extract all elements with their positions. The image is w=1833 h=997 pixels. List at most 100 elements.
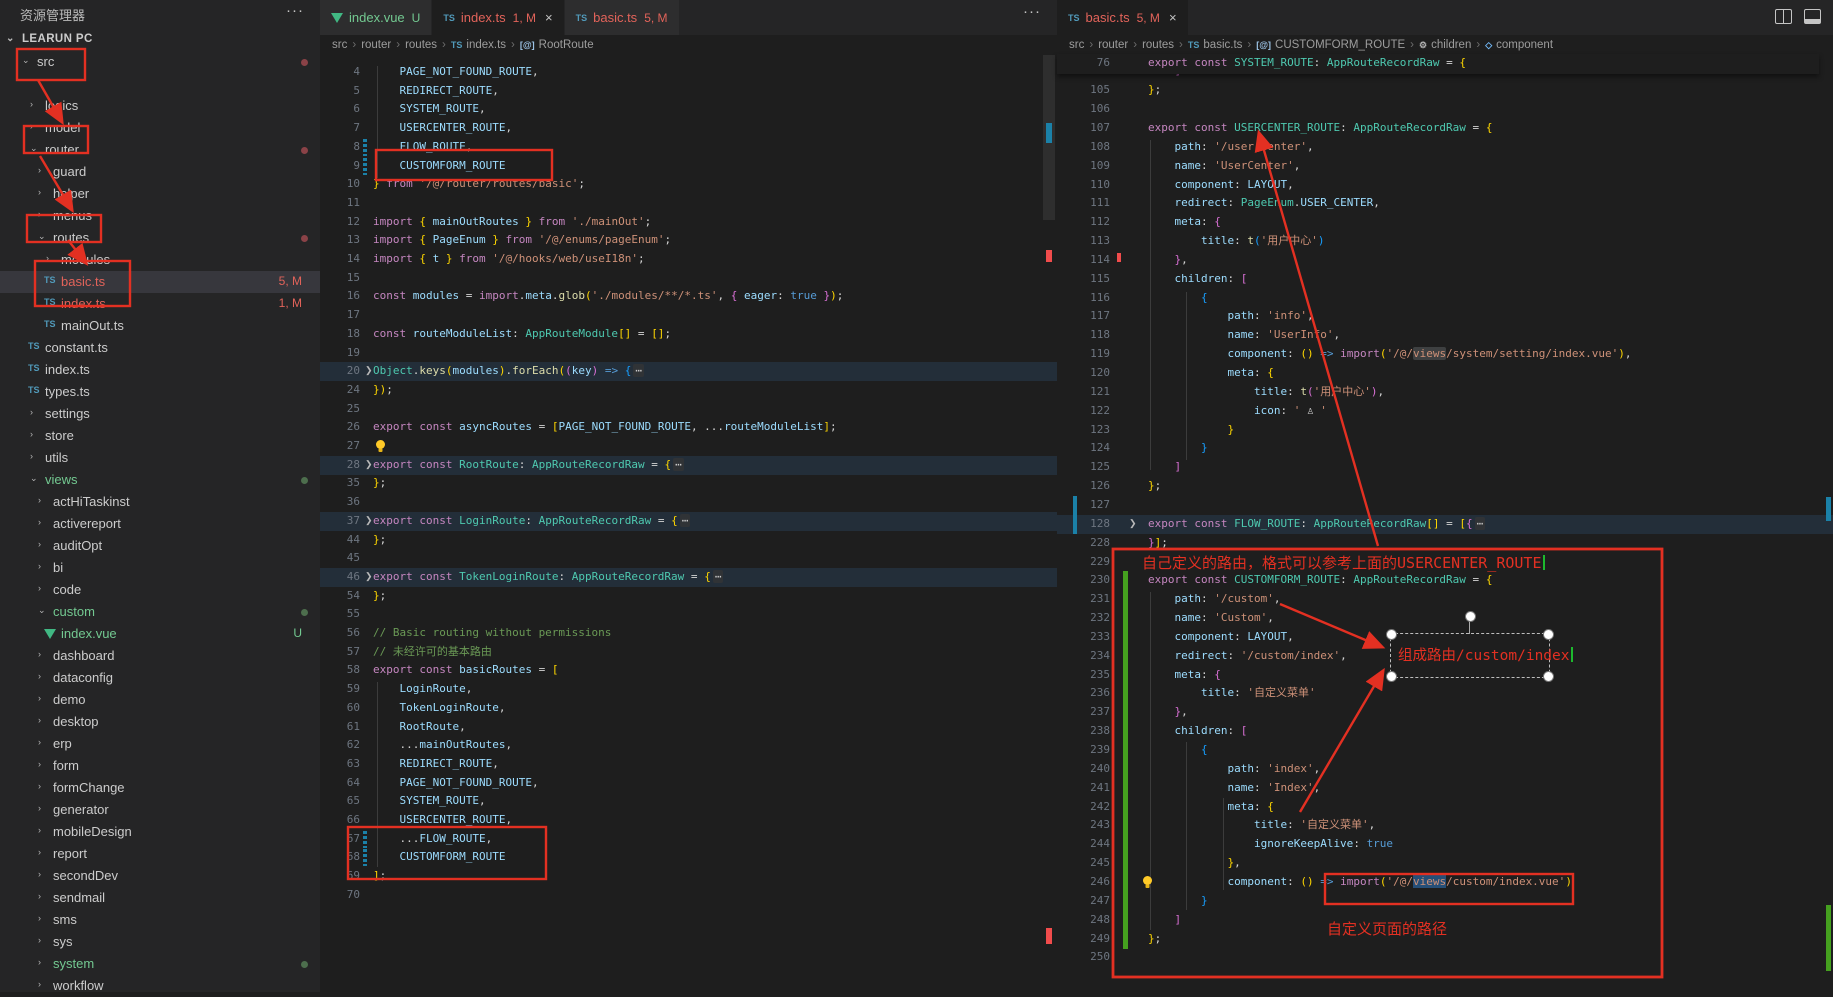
tab-more-actions-icon[interactable]: ··· [1023,3,1041,20]
code-line-238[interactable]: 238 children: [ [1057,722,1833,741]
code-line-20[interactable]: 20❯Object.keys(modules).forEach((key) =>… [320,362,1057,381]
code-line-59[interactable]: 59 LoginRoute, [320,680,1057,699]
code-line-37[interactable]: 37❯export const LoginRoute: AppRouteReco… [320,512,1057,531]
code-line-120[interactable]: 120 meta: { [1057,364,1833,383]
tree-item-formChange[interactable]: ›formChange [0,777,320,799]
code-line-122[interactable]: 122 icon: ' ♙ ' [1057,402,1833,421]
fold-chevron-icon[interactable]: ❯ [365,459,373,470]
code-line-60[interactable]: 60 TokenLoginRoute, [320,699,1057,718]
breadcrumb-basic.ts[interactable]: TSbasic.ts [1188,39,1243,51]
tree-item-sms[interactable]: ›sms [0,909,320,931]
code-line-249[interactable]: 249}; [1057,930,1833,949]
code-line-45[interactable]: 45 [320,549,1057,568]
code-line-15[interactable]: 15 [320,269,1057,288]
tree-item-menus[interactable]: ›menus [0,205,320,227]
code-line-68[interactable]: 68 CUSTOMFORM_ROUTE [320,848,1057,867]
code-line-243[interactable]: 243 title: '自定义菜单', [1057,816,1833,835]
code-line-110[interactable]: 110 component: LAYOUT, [1057,176,1833,195]
code-line-9[interactable]: 9 CUSTOMFORM_ROUTE [320,157,1057,176]
tab-basic.ts[interactable]: TSbasic.ts5, M× [1057,0,1189,35]
tree-item-logics[interactable]: ›logics [0,95,320,117]
breadcrumb-src[interactable]: src [1069,39,1084,51]
breadcrumb-children[interactable]: ⚙children [1419,39,1471,51]
lightbulb-icon[interactable] [1141,875,1154,894]
code-line-234[interactable]: 234 redirect: '/custom/index', [1057,647,1833,666]
code-line-64[interactable]: 64 PAGE_NOT_FOUND_ROUTE, [320,774,1057,793]
code-line-13[interactable]: 13import { PageEnum } from '/@/enums/pag… [320,231,1057,250]
tab-index.ts[interactable]: TSindex.ts1, M× [432,0,564,35]
tree-item-dashboard[interactable]: ›dashboard [0,645,320,667]
code-line-121[interactable]: 121 title: t('用户中心'), [1057,383,1833,402]
code-line-127[interactable]: 127 [1057,496,1833,515]
code-line-235[interactable]: 235 meta: { [1057,666,1833,685]
tree-item-router[interactable]: ⌄router [0,139,320,161]
tree-item-guard[interactable]: ›guard [0,161,320,183]
code-line-244[interactable]: 244 ignoreKeepAlive: true [1057,835,1833,854]
code-line-26[interactable]: 26export const asyncRoutes = [PAGE_NOT_F… [320,418,1057,437]
code-line-123[interactable]: 123 } [1057,421,1833,440]
code-line-236[interactable]: 236 title: '自定义菜单' [1057,684,1833,703]
tree-item-views[interactable]: ⌄views [0,469,320,491]
code-line-67[interactable]: 67 ...FLOW_ROUTE, [320,830,1057,849]
code-line-16[interactable]: 16const modules = import.meta.glob('./mo… [320,287,1057,306]
code-line-61[interactable]: 61 RootRoute, [320,718,1057,737]
tree-item-modules[interactable]: ›modules [0,249,320,271]
code-line-19[interactable]: 19 [320,344,1057,363]
fold-chevron-icon[interactable]: ❯ [365,515,373,526]
tree-item-constant.ts[interactable]: TSconstant.ts [0,337,320,359]
code-line-231[interactable]: 231 path: '/custom', [1057,590,1833,609]
tab-index.vue[interactable]: index.vueU [320,0,432,35]
tree-item-helper[interactable]: ›helper [0,183,320,205]
tree-item-actHiTaskinst[interactable]: ›actHiTaskinst [0,491,320,513]
code-line-105[interactable]: 105}; [1057,81,1833,100]
code-line-57[interactable]: 57// 未经许可的基本路由 [320,643,1057,662]
fold-chevron-icon[interactable]: ❯ [365,571,373,582]
sticky-scroll-line[interactable]: 76export const SYSTEM_ROUTE: AppRouteRec… [1057,54,1819,74]
tree-item-activereport[interactable]: ›activereport [0,513,320,535]
code-line-12[interactable]: 12import { mainOutRoutes } from './mainO… [320,213,1057,232]
code-line-240[interactable]: 240 path: 'index', [1057,760,1833,779]
breadcrumb-src[interactable]: src [332,39,347,51]
code-line-111[interactable]: 111 redirect: PageEnum.USER_CENTER, [1057,194,1833,213]
code-line-109[interactable]: 109 name: 'UserCenter', [1057,157,1833,176]
code-line-14[interactable]: 14import { t } from '/@/hooks/web/useI18… [320,250,1057,269]
tree-item-mobileDesign[interactable]: ›mobileDesign [0,821,320,843]
fold-chevron-icon[interactable]: ❯ [365,365,373,376]
code-line-44[interactable]: 44}; [320,531,1057,550]
code-line-8[interactable]: 8 FLOW_ROUTE, [320,138,1057,157]
code-line-66[interactable]: 66 USERCENTER_ROUTE, [320,811,1057,830]
code-line-239[interactable]: 239 { [1057,741,1833,760]
split-editor-icon[interactable] [1775,9,1792,24]
code-line-233[interactable]: 233 component: LAYOUT, [1057,628,1833,647]
code-line-250[interactable]: 250 [1057,948,1833,967]
code-line-228[interactable]: 228}]; [1057,534,1833,553]
customize-layout-icon[interactable] [1804,9,1821,24]
tree-item-bi[interactable]: ›bi [0,557,320,579]
code-line-54[interactable]: 54}; [320,587,1057,606]
code-line-114[interactable]: 114 }, [1057,251,1833,270]
tree-item-routes[interactable]: ⌄routes [0,227,320,249]
code-line-62[interactable]: 62 ...mainOutRoutes, [320,736,1057,755]
code-line-124[interactable]: 124 } [1057,439,1833,458]
code-line-11[interactable]: 11 [320,194,1057,213]
breadcrumb-routes[interactable]: routes [405,39,437,51]
tree-item-erp[interactable]: ›erp [0,733,320,755]
code-line-115[interactable]: 115 children: [ [1057,270,1833,289]
code-line-125[interactable]: 125 ] [1057,458,1833,477]
tree-item-src[interactable]: ⌄src [0,51,320,73]
tree-item-sendmail[interactable]: ›sendmail [0,887,320,909]
code-line-128[interactable]: 128❯export const FLOW_ROUTE: AppRouteRec… [1057,515,1833,534]
tree-item-desktop[interactable]: ›desktop [0,711,320,733]
code-line-246[interactable]: 246 component: () => import('/@/views/cu… [1057,873,1833,892]
code-line-116[interactable]: 116 { [1057,289,1833,308]
code-line-237[interactable]: 237 }, [1057,703,1833,722]
tree-item-utils[interactable]: ›utils [0,447,320,469]
tree-item-form[interactable]: ›form [0,755,320,777]
tab-basic.ts[interactable]: TSbasic.ts5, M [565,0,680,35]
code-line-63[interactable]: 63 REDIRECT_ROUTE, [320,755,1057,774]
breadcrumb-component[interactable]: ◇component [1485,39,1553,51]
tree-item-settings[interactable]: ›settings [0,403,320,425]
tree-item-index.vue[interactable]: index.vueU [0,623,320,645]
code-line-46[interactable]: 46❯export const TokenLoginRoute: AppRout… [320,568,1057,587]
code-line-117[interactable]: 117 path: 'info', [1057,307,1833,326]
